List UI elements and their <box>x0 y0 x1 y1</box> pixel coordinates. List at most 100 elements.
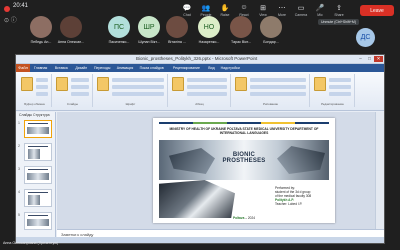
participant-avatar[interactable] <box>60 16 82 38</box>
recording-icon <box>4 6 10 12</box>
ribbon-control[interactable] <box>112 78 164 82</box>
ribbon-button[interactable] <box>97 77 109 91</box>
control-label: Mic <box>317 13 323 17</box>
slide-thumbnail[interactable] <box>24 166 52 184</box>
view-icon[interactable]: ⊞ <box>256 4 270 12</box>
ribbon-control[interactable] <box>112 92 164 96</box>
control-label: More <box>278 13 286 17</box>
participant-name: Віталіна ... <box>168 40 186 44</box>
slide-number: 5 <box>18 213 20 217</box>
self-avatar[interactable]: ДС <box>356 28 375 47</box>
unmute-tooltip: Unmute (Ctrl+Shift+M) <box>318 19 360 25</box>
ribbon-tab[interactable]: Рецензирование <box>173 66 200 70</box>
ribbon-group: Рисование <box>232 74 310 107</box>
stripe-segment <box>159 122 193 124</box>
close-button[interactable]: ✕ <box>374 56 383 62</box>
ribbon-button[interactable] <box>21 77 33 91</box>
ribbon-control[interactable] <box>71 92 89 96</box>
mic-icon[interactable]: 🎤 <box>313 4 327 12</box>
ribbon-control[interactable] <box>112 85 164 89</box>
maximize-button[interactable]: □ <box>365 56 374 62</box>
slide-editor: MINISTRY OF HEALTH OF UKRAINE POLTAVA ST… <box>57 112 375 229</box>
thumbnail-text-line <box>28 215 48 216</box>
participant-avatar[interactable] <box>30 16 52 38</box>
react-icon[interactable]: ☺ <box>237 4 251 11</box>
ribbon-tab[interactable]: Анимация <box>117 66 133 70</box>
ribbon-control[interactable] <box>187 78 227 82</box>
ribbon: Буфер обмена Слайды Шрифт Абзац Рисование Ред… <box>16 72 384 111</box>
ribbon-tab[interactable]: Дизайн <box>75 66 87 70</box>
ribbon-control[interactable] <box>71 85 89 89</box>
participant-avatar[interactable] <box>230 16 252 38</box>
status-bar <box>16 237 384 243</box>
ribbon-control[interactable] <box>329 85 351 89</box>
ribbon-control[interactable] <box>36 78 48 82</box>
ribbon-group-label: Слайды <box>66 102 79 106</box>
ribbon-group: Слайды <box>53 74 93 107</box>
ribbon-tab[interactable]: Вставка <box>55 66 68 70</box>
ribbon-group-label: Буфер обмена <box>24 102 45 106</box>
tab-slides[interactable]: Слайды <box>19 113 32 117</box>
ribbon-group: Редактирование <box>311 74 355 107</box>
ribbon-control[interactable] <box>250 85 306 89</box>
window-title: Bionic_prostheses_Politykh_326.pptx - Mi… <box>136 56 258 61</box>
control-label: Share <box>334 13 344 17</box>
ribbon-control[interactable] <box>71 78 89 82</box>
ribbon-tab[interactable]: Главная <box>34 66 47 70</box>
notes-placeholder: Заметки к слайду <box>61 231 94 237</box>
slide-thumbnail[interactable] <box>24 120 52 138</box>
share-icon[interactable]: ⇪ <box>332 4 346 12</box>
ribbon-control[interactable] <box>36 92 48 96</box>
notes-pane[interactable]: Заметки к слайду <box>57 229 384 237</box>
more-icon[interactable]: ⋯ <box>275 4 289 12</box>
raise-icon[interactable]: ✋ <box>218 4 232 12</box>
participant-avatar[interactable] <box>166 16 188 38</box>
powerpoint-window: Bionic_prostheses_Politykh_326.pptx - Mi… <box>15 54 385 244</box>
ribbon-button[interactable] <box>314 77 326 91</box>
ribbon-tab[interactable]: Показ слайдов <box>140 66 164 70</box>
control-label: View <box>259 13 267 17</box>
control-label: Camera <box>294 13 308 17</box>
ribbon-control[interactable] <box>329 92 351 96</box>
thumbnail-text-line <box>28 146 48 147</box>
ribbon-control[interactable] <box>250 92 306 96</box>
chat-icon[interactable]: 💬 <box>180 4 194 12</box>
participant-avatar[interactable]: ШР <box>138 16 160 38</box>
people-icon[interactable]: 👥 <box>199 4 213 12</box>
ribbon-button[interactable] <box>172 77 184 91</box>
slide-thumbnail[interactable] <box>24 212 52 230</box>
ribbon-control[interactable] <box>187 85 227 89</box>
screen: 20:41 ⊙ ⓘ Пебедь Ан... Анна Олексан... ПС П… <box>0 0 400 250</box>
ribbon-control[interactable] <box>329 78 351 82</box>
participant-avatar[interactable] <box>260 16 282 38</box>
participant-avatar[interactable]: НО <box>198 16 220 38</box>
current-slide[interactable]: MINISTRY OF HEALTH OF UKRAINE POLTAVA ST… <box>153 118 335 223</box>
file-tab[interactable]: Файл <box>16 64 30 72</box>
header-stripe <box>159 122 329 124</box>
slide-number: 4 <box>18 190 20 194</box>
ribbon-control[interactable] <box>187 92 227 96</box>
ribbon-tab[interactable]: Надстройки <box>221 66 240 70</box>
vertical-scrollbar[interactable] <box>375 112 384 229</box>
hero-image: BIONIC PROSTHESES <box>159 140 329 180</box>
tab-outline[interactable]: Структура <box>33 113 50 117</box>
ribbon-tab[interactable]: Переходы <box>94 66 110 70</box>
slide-number: 3 <box>18 167 20 171</box>
camera-icon[interactable]: ▭ <box>294 4 308 12</box>
ribbon-group-label: Рисование <box>262 102 279 106</box>
ribbon-control[interactable] <box>36 85 48 89</box>
meeting-toolbar: 20:41 ⊙ ⓘ Пебедь Ан... Анна Олексан... ПС П… <box>0 0 400 47</box>
ribbon-button[interactable] <box>56 77 68 91</box>
ribbon-button[interactable] <box>235 77 247 91</box>
thumbnail-text-line <box>28 123 48 124</box>
participant-avatar[interactable]: ПС <box>108 16 130 38</box>
minimize-button[interactable]: – <box>356 56 365 62</box>
slide-thumbnail[interactable] <box>24 189 52 207</box>
leave-button[interactable]: Leave <box>360 5 394 16</box>
ribbon-tab[interactable]: Вид <box>208 66 214 70</box>
slide-number: 1 <box>18 121 20 125</box>
city-year: Poltava – 2024 <box>233 216 255 220</box>
slide-thumbnail[interactable] <box>24 143 52 161</box>
stripe-segment <box>261 122 295 124</box>
ribbon-control[interactable] <box>250 78 306 82</box>
